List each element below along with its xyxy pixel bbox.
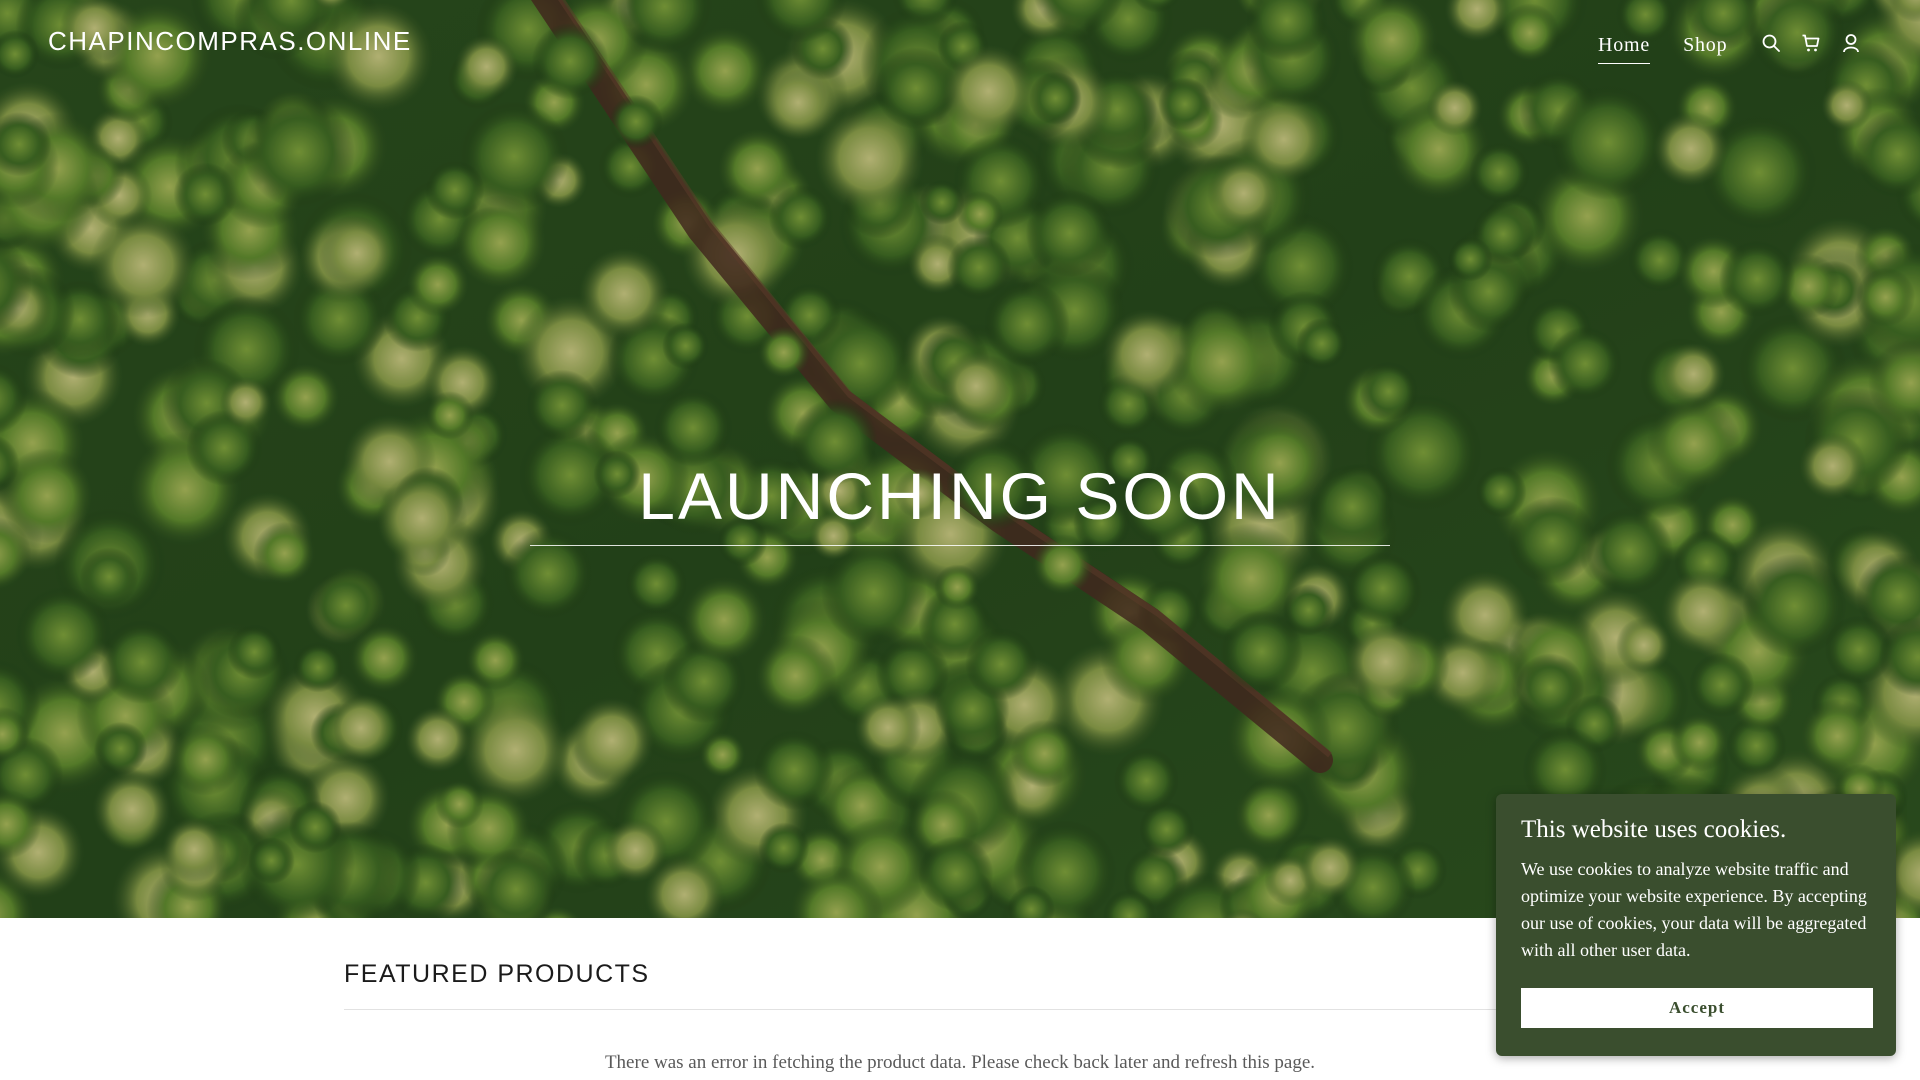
hero-title: LAUNCHING SOON [638, 459, 1282, 533]
account-icon[interactable] [1840, 32, 1862, 54]
hero-section: CHAPINCOMPRAS.ONLINE Home Shop LAUNCHING… [0, 0, 1920, 918]
cookie-text: We use cookies to analyze website traffi… [1521, 859, 1867, 960]
nav-shop-link[interactable]: Shop [1683, 34, 1727, 64]
site-logo[interactable]: CHAPINCOMPRAS.ONLINE [48, 26, 412, 57]
site-header: CHAPINCOMPRAS.ONLINE Home Shop [0, 0, 1920, 90]
hero-divider [530, 545, 1390, 546]
cart-icon[interactable] [1800, 32, 1822, 54]
featured-products-section: FEATURED PRODUCTS There was an error in … [344, 918, 1576, 1074]
featured-products-title: FEATURED PRODUCTS [344, 960, 650, 988]
product-error-message: There was an error in fetching the produ… [604, 1052, 1316, 1073]
nav-home-link[interactable]: Home [1598, 34, 1651, 64]
cookie-title: This website uses cookies. [1521, 816, 1787, 843]
main-nav: Home Shop [1598, 34, 1727, 64]
cookie-banner: This website uses cookies. We use cookie… [1496, 794, 1896, 1056]
featured-divider [344, 1009, 1576, 1010]
header-icons [1760, 32, 1862, 54]
accept-cookies-button[interactable]: Accept [1521, 988, 1873, 1028]
search-icon[interactable] [1760, 32, 1782, 54]
